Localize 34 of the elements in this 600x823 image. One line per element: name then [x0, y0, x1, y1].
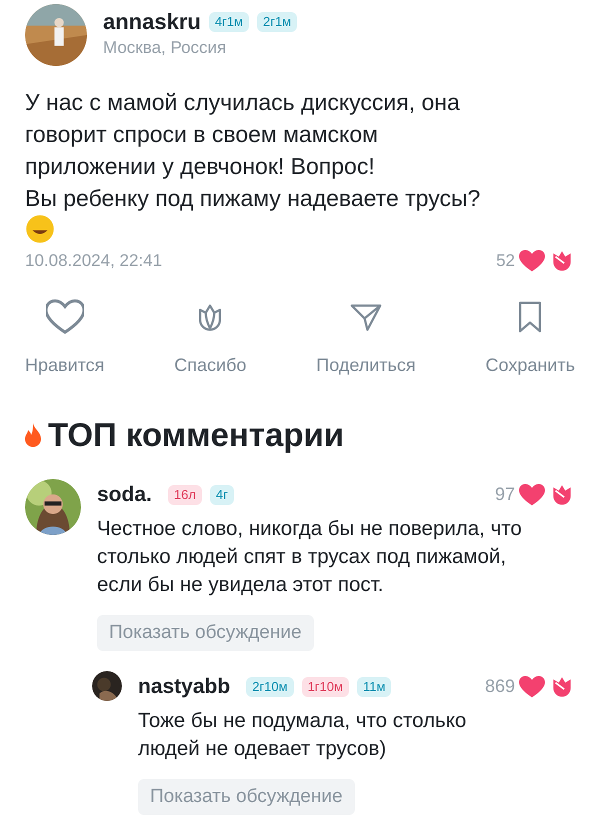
show-discussion-button[interactable]: Показать обсуждение	[138, 778, 355, 815]
age-badge: 2г1м	[256, 12, 298, 32]
heart-icon	[519, 674, 545, 700]
post-text: У нас с мамой случилась дискуссия, она	[25, 88, 461, 117]
comment-text: Честное слово, никогда бы не поверила, что столько людей спят в трусах под пижамой, если бы не увидела этот пост.	[97, 516, 523, 598]
fire-icon	[22, 422, 44, 448]
share-button[interactable]: Поделиться	[316, 298, 416, 379]
age-badge: 1г10м	[302, 676, 349, 697]
age-badge: 4г	[210, 484, 234, 505]
age-badge: 4г1м	[208, 12, 249, 32]
comment-author[interactable]: nastyabb	[138, 671, 230, 702]
thanks-button[interactable]: Спасибо	[174, 298, 246, 379]
post-text: приложении у девчонок! Вопрос!	[25, 152, 376, 181]
post-date: 10.08.2024, 22:41	[25, 250, 162, 272]
likes-count: 97	[494, 483, 515, 506]
age-badge: 2г10м	[246, 676, 294, 697]
author-name[interactable]: annaskru	[103, 9, 201, 36]
heart-icon	[519, 248, 545, 274]
likes-count: 869	[484, 675, 515, 698]
save-button[interactable]: Сохранить	[486, 298, 575, 379]
comment-text: Тоже бы не подумала, что столько людей не одевает трусов)	[138, 708, 468, 762]
post-text: говорит спроси в своем мамском	[25, 120, 379, 149]
location-text: Москва, Россия	[103, 37, 228, 60]
age-badge: 16л	[168, 484, 202, 505]
heart-icon	[519, 482, 545, 508]
comment-author[interactable]: soda.	[97, 479, 152, 510]
like-button[interactable]: Нравится	[25, 298, 104, 379]
age-badge: 11м	[356, 676, 392, 697]
show-discussion-button[interactable]: Показать обсуждение	[97, 614, 314, 651]
post-text: Вы ребенку под пижаму надеваете трусы?	[25, 184, 482, 213]
laughing-emoji-icon	[25, 214, 55, 244]
heart-icon	[46, 298, 84, 336]
section-title: ТОП комментарии	[48, 415, 344, 455]
likes-count: 52	[496, 250, 515, 272]
